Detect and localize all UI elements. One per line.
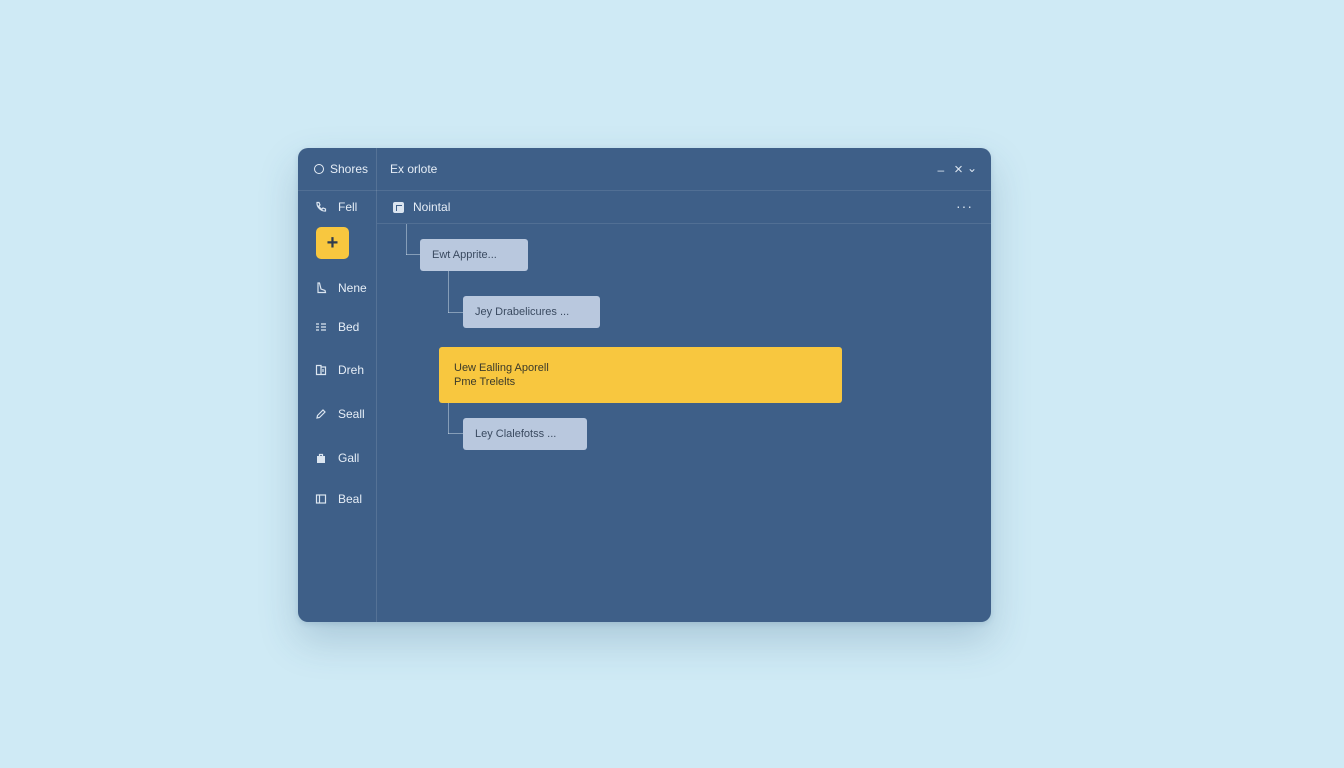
- file-icon: [314, 364, 327, 377]
- bag-icon: [314, 452, 327, 465]
- sidebar-item-bed[interactable]: Bed: [314, 318, 359, 336]
- sidebar-item-label: Fell: [338, 200, 358, 214]
- tree-node-selected[interactable]: Uew Ealling Aporell Pme Trelelts: [439, 347, 842, 403]
- sidebar-item-label: Beal: [338, 492, 363, 506]
- toolbar-label: Nointal: [413, 200, 451, 214]
- sidebar-item-fell[interactable]: Fell: [314, 198, 357, 216]
- sidebar-item-beal[interactable]: Beal: [314, 490, 362, 508]
- pen-icon: [314, 408, 327, 421]
- tree-node-title: Uew Ealling Aporell: [454, 362, 549, 374]
- app-window: Shores Fell + Nene Bed Dreh Seall Gall B…: [298, 148, 991, 622]
- tree-node-label: Ley Clalefotss ...: [475, 428, 557, 440]
- minimize-icon[interactable]: –: [937, 163, 944, 177]
- window-title: Ex orlote: [390, 162, 438, 176]
- list-icon: [314, 321, 327, 334]
- sidebar-item-label: Nene: [338, 281, 367, 295]
- tree-node[interactable]: Jey Drabelicures ...: [463, 296, 600, 328]
- title-bar: Ex orlote: [377, 148, 991, 191]
- sidebar-item-nene[interactable]: Nene: [314, 279, 367, 297]
- sidebar-item-label: Bed: [338, 320, 360, 334]
- add-button[interactable]: +: [316, 227, 349, 259]
- tree-node[interactable]: Ewt Apprite...: [420, 239, 528, 271]
- sidebar: Shores Fell + Nene Bed Dreh Seall Gall B…: [298, 148, 377, 622]
- window-controls: – × ⌄: [937, 161, 977, 179]
- sidebar-item-label: Dreh: [338, 363, 365, 377]
- tree-connector: [448, 271, 449, 313]
- sidebar-header[interactable]: Shores: [298, 148, 377, 191]
- phone-icon: [314, 201, 327, 214]
- sidebar-item-gall[interactable]: Gall: [314, 449, 359, 467]
- more-icon[interactable]: ···: [956, 198, 973, 214]
- tree-node-label: Jey Drabelicures ...: [475, 306, 570, 318]
- sidebar-item-dreh[interactable]: Dreh: [314, 361, 364, 379]
- tree-connector: [448, 433, 463, 434]
- tree-node-subtitle: Pme Trelelts: [454, 376, 516, 388]
- tree-node[interactable]: Ley Clalefotss ...: [463, 418, 587, 450]
- boot-icon: [314, 282, 327, 295]
- panel-icon: [314, 493, 327, 506]
- close-icon[interactable]: ×: [954, 161, 963, 178]
- plus-icon: +: [326, 232, 339, 254]
- sidebar-item-label: Seall: [338, 407, 365, 421]
- circle-icon: [314, 164, 324, 174]
- sidebar-item-label: Gall: [338, 451, 360, 465]
- document-icon: [393, 201, 404, 213]
- sidebar-header-label: Shores: [330, 162, 369, 176]
- tree-connector: [448, 403, 449, 434]
- tree-connector: [448, 312, 463, 313]
- tree-node-label: Ewt Apprite...: [432, 249, 497, 261]
- toolbar: Nointal: [377, 191, 991, 224]
- tree-connector: [406, 224, 407, 255]
- chevron-down-icon[interactable]: ⌄: [967, 161, 977, 175]
- tree-connector: [406, 254, 420, 255]
- sidebar-item-seall[interactable]: Seall: [314, 405, 365, 423]
